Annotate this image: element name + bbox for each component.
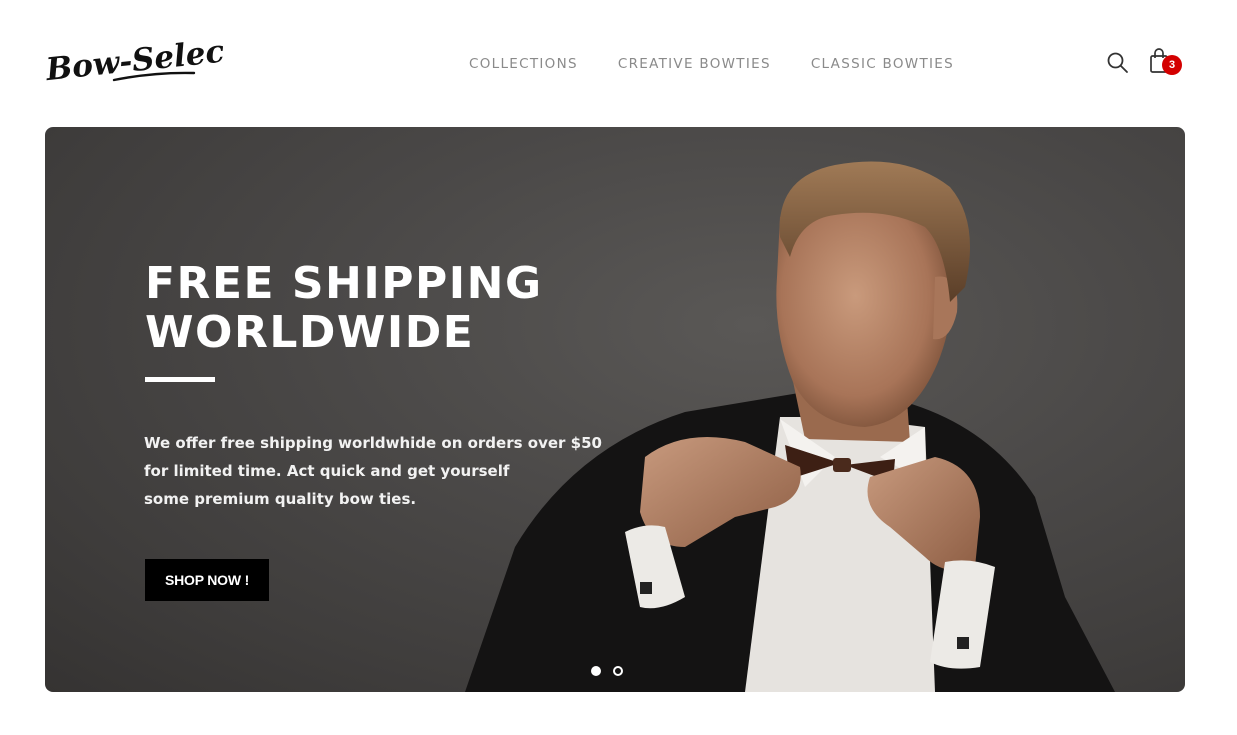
hero-description-line: We offer free shipping worldwhide on ord… — [144, 434, 602, 452]
brand-logo[interactable]: Bow-SelecTie — [44, 34, 224, 88]
slider-dot-2[interactable] — [613, 666, 623, 676]
hero-slider: FREE SHIPPING WORLDWIDE We offer free sh… — [45, 127, 1185, 692]
cart-count-badge: 3 — [1162, 55, 1182, 75]
slider-pagination — [591, 666, 623, 676]
hero-title: FREE SHIPPING WORLDWIDE — [145, 259, 645, 357]
cart-button[interactable]: 3 — [1148, 46, 1186, 78]
hero-description-line: for limited time. Act quick and get your… — [144, 462, 510, 480]
svg-text:Bow-SelecTie: Bow-SelecTie — [44, 34, 224, 88]
search-button[interactable] — [1105, 50, 1131, 76]
hero-divider — [145, 377, 215, 382]
main-nav: COLLECTIONS CREATIVE BOWTIES CLASSIC BOW… — [469, 56, 954, 72]
site-header: Bow-SelecTie COLLECTIONS CREATIVE BOWTIE… — [0, 0, 1237, 127]
hero-description: We offer free shipping worldwhide on ord… — [144, 429, 602, 513]
brand-logo-image: Bow-SelecTie — [44, 34, 224, 88]
nav-item-creative-bowties[interactable]: CREATIVE BOWTIES — [618, 56, 771, 72]
hero-title-line: FREE SHIPPING — [145, 258, 543, 309]
search-icon — [1107, 52, 1128, 73]
hero-title-line: WORLDWIDE — [145, 307, 475, 358]
hero-description-line: some premium quality bow ties. — [144, 490, 417, 508]
hero-model-image — [465, 161, 1115, 692]
slider-dot-1[interactable] — [591, 666, 601, 676]
nav-item-collections[interactable]: COLLECTIONS — [469, 56, 578, 72]
shop-now-button[interactable]: SHOP NOW ! — [145, 559, 269, 601]
nav-item-classic-bowties[interactable]: CLASSIC BOWTIES — [811, 56, 954, 72]
